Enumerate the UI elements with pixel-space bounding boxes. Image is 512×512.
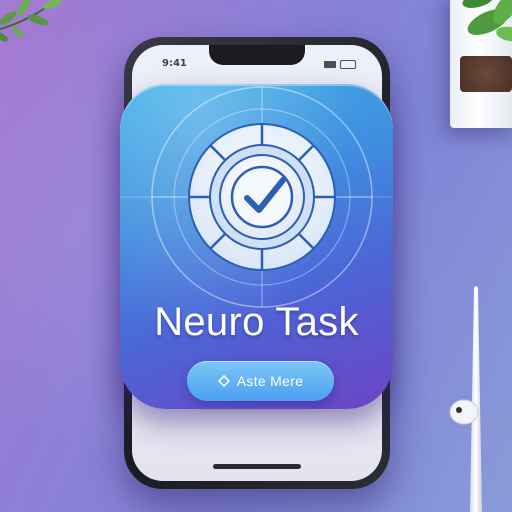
status-bar-time: 9:41 (162, 58, 187, 69)
cta-button[interactable]: Aste Mere (187, 361, 334, 401)
battery-icon (340, 60, 356, 69)
phone-notch (209, 45, 305, 65)
status-bar-indicators (324, 60, 356, 69)
stylus-pen (449, 286, 482, 512)
home-indicator[interactable] (213, 464, 301, 469)
plant-decoration-right (462, 0, 512, 42)
cta-button-label: Aste Mere (236, 373, 304, 389)
checkmark-target-icon (120, 86, 393, 308)
signal-icon (324, 61, 336, 68)
diamond-icon (217, 375, 230, 387)
app-title-wrapper: Neuro Task (120, 300, 393, 345)
plant-decoration-left (0, 0, 62, 42)
app-title: Neuro Task (154, 300, 359, 344)
